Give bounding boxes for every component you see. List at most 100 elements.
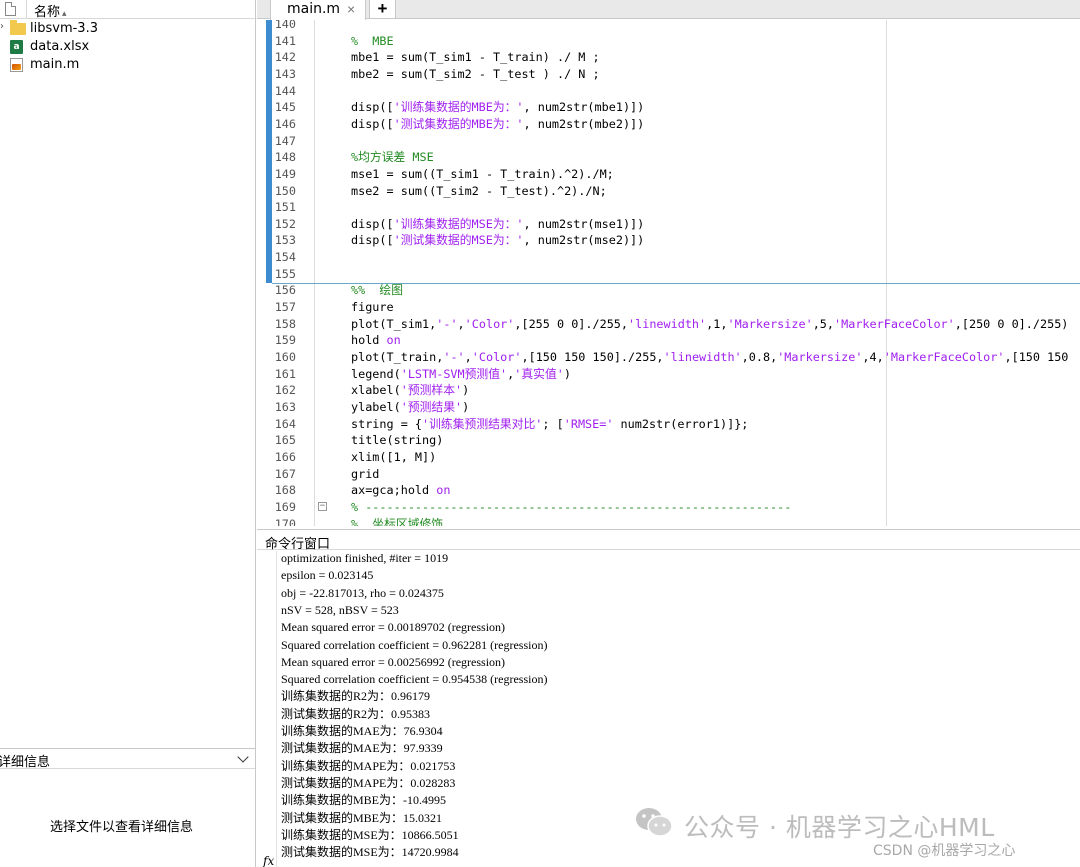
line-number: 160 (274, 350, 296, 364)
code-token: mbe1 = sum(T_sim1 - T_train) ./ M ; (351, 50, 600, 65)
code-token: plot(T_sim1, (351, 316, 437, 331)
code-line[interactable]: 155 (257, 266, 1080, 283)
code-line[interactable]: 165 title(string) (257, 432, 1080, 449)
code-line[interactable]: 170 % 坐标区域修饰 (257, 516, 1080, 527)
code-line[interactable]: 163 ylabel('预测结果') (257, 399, 1080, 416)
code-text: disp(['测试集数据的MBE为：', num2str(mbe2)]) (351, 116, 644, 133)
code-token: ,4, (862, 350, 884, 364)
code-token: mse1 = sum((T_sim1 - T_train).^2)./M; (351, 166, 614, 181)
code-line[interactable]: 154 (257, 249, 1080, 266)
code-text: mse1 = sum((T_sim1 - T_train).^2)./M; (351, 166, 614, 183)
line-number: 168 (274, 483, 296, 498)
line-number: 147 (274, 133, 296, 148)
code-token: '测试集数据的MBE为：' (393, 116, 524, 131)
code-text: legend('LSTM-SVM预测值','真实值') (351, 366, 571, 383)
code-line[interactable]: 152 disp(['训练集数据的MSE为：', num2str(mse1)]) (257, 216, 1080, 233)
line-number: 150 (274, 183, 296, 198)
code-line[interactable]: 162 xlabel('预测样本') (257, 382, 1080, 399)
name-column-header[interactable]: 名称 ▴ (34, 1, 67, 20)
code-text: string = {'训练集预测结果对比'; ['RMSE=' num2str(… (351, 416, 748, 433)
expand-arrow-icon[interactable]: › (0, 21, 4, 32)
code-token: , (464, 350, 472, 364)
code-token: %% 绘图 (351, 283, 404, 298)
code-text: %% 绘图 (351, 282, 403, 299)
code-token: 'Markersize' (777, 350, 863, 364)
code-line[interactable]: 158 plot(T_sim1,'-','Color',[255 0 0]./25… (257, 316, 1080, 333)
code-line[interactable]: 149 mse1 = sum((T_sim1 - T_train).^2)./M; (257, 166, 1080, 183)
code-token: 'MarkerFaceColor' (883, 350, 1005, 364)
file-item-libsvm-folder[interactable]: › libsvm-3.3 (0, 20, 255, 38)
code-token: '预测样本' (400, 383, 463, 398)
command-window-header[interactable]: 命令行窗口 (257, 529, 1080, 552)
details-placeholder: 选择文件以查看详细信息 (50, 820, 194, 835)
code-line[interactable]: 166 xlim([1, M]) (257, 449, 1080, 466)
code-line[interactable]: 144 (257, 83, 1080, 100)
file-item-main-m[interactable]: main.m (0, 56, 255, 74)
code-token: '-' (436, 316, 458, 331)
code-token: , num2str(mbe2)]) (523, 116, 645, 131)
column-separator[interactable] (26, 0, 27, 19)
code-line[interactable]: 167 grid (257, 466, 1080, 483)
line-number: 141 (274, 33, 296, 48)
wechat-icon (636, 808, 673, 837)
command-window-title: 命令行窗口 (265, 537, 331, 552)
code-token: on (436, 483, 451, 498)
file-item-data-xlsx[interactable]: a data.xlsx (0, 38, 255, 56)
code-token: string = { (351, 416, 423, 431)
code-line[interactable]: 156 %% 绘图 (257, 282, 1080, 299)
code-token: ,1, (706, 316, 728, 331)
code-text: xlabel('预测样本') (351, 382, 469, 399)
code-line[interactable]: 161 legend('LSTM-SVM预测值','真实值') (257, 366, 1080, 383)
code-text: mse2 = sum((T_sim2 - T_test).^2)./N; (351, 183, 607, 200)
details-panel-header[interactable]: 详细信息 (0, 748, 255, 770)
code-line[interactable]: 151 (257, 199, 1080, 216)
line-number: 142 (274, 50, 296, 65)
code-token: ,5, (812, 316, 835, 331)
file-type-column-icon (5, 2, 16, 16)
new-tab-button[interactable]: + (369, 0, 396, 19)
code-line[interactable]: 147 (257, 133, 1080, 150)
line-number: 152 (274, 216, 296, 231)
code-editor[interactable]: 140 141 % MBE 142 mbe1 = sum(T_sim1 - T_trai… (257, 20, 1080, 526)
code-token: ; [ (542, 416, 564, 431)
code-line[interactable]: 160 plot(T_train,'-','Color',[150 150 150… (257, 349, 1080, 366)
code-token: ) (462, 383, 470, 398)
output-line: optimization finished, #iter = 1019 (281, 551, 449, 565)
code-line[interactable]: 143 mbe2 = sum(T_sim2 - T_test ) ./ N ; (257, 66, 1080, 83)
code-line[interactable]: 141 % MBE (257, 33, 1080, 50)
code-line[interactable]: 153 disp(['测试集数据的MSE为：', num2str(mse2)]) (257, 232, 1080, 249)
code-line[interactable]: 168 ax=gca;hold on (257, 482, 1080, 499)
code-line[interactable]: 148 %均方误差 MSE (257, 149, 1080, 166)
folder-icon (10, 20, 26, 35)
code-token: 'MarkerFaceColor' (834, 316, 955, 331)
code-line[interactable]: 169 − % ----------------------------------… (257, 499, 1080, 516)
line-number: 143 (274, 66, 296, 81)
code-token: disp([ (351, 216, 394, 231)
code-line[interactable]: 159 hold on (257, 332, 1080, 349)
code-line[interactable]: 142 mbe1 = sum(T_sim1 - T_train) ./ M ; (257, 49, 1080, 66)
code-line[interactable]: 140 (257, 20, 1080, 33)
code-line[interactable]: 145 disp(['训练集数据的MBE为：', num2str(mbe1)]) (257, 99, 1080, 116)
code-text: ax=gca;hold on (351, 482, 450, 499)
line-number: 166 (274, 449, 296, 464)
output-line: Mean squared error = 0.00256992 (regress… (281, 654, 506, 669)
code-line[interactable]: 146 disp(['测试集数据的MBE为：', num2str(mbe2)]) (257, 116, 1080, 133)
code-token: disp([ (351, 233, 394, 248)
fold-toggle-icon[interactable]: − (318, 501, 327, 511)
code-text: grid (351, 466, 379, 483)
code-token: '测试集数据的MSE为：' (393, 233, 524, 248)
code-token: 'RMSE=' (563, 416, 614, 431)
code-token: ,[150 150 (1004, 350, 1069, 364)
current-folder-panel: 名称 ▴ › libsvm-3.3 a data.xlsx main.m 详细信息… (0, 0, 256, 867)
fx-prompt-icon[interactable]: fx (263, 854, 274, 867)
code-token: %均方误差 MSE (351, 150, 434, 165)
code-token: mse2 = sum((T_sim2 - T_test).^2)./N; (351, 183, 607, 198)
code-text: disp(['训练集数据的MBE为：', num2str(mbe1)]) (351, 99, 644, 116)
tab-main-m[interactable]: main.m × (270, 0, 366, 20)
code-line[interactable]: 157 figure (257, 299, 1080, 316)
file-browser-header[interactable]: 名称 ▴ (0, 0, 255, 20)
code-line[interactable]: 164 string = {'训练集预测结果对比'; ['RMSE=' num2s… (257, 416, 1080, 433)
close-tab-icon[interactable]: × (347, 1, 355, 17)
code-line[interactable]: 150 mse2 = sum((T_sim2 - T_test).^2)./N; (257, 183, 1080, 200)
chevron-down-icon[interactable] (237, 751, 249, 763)
